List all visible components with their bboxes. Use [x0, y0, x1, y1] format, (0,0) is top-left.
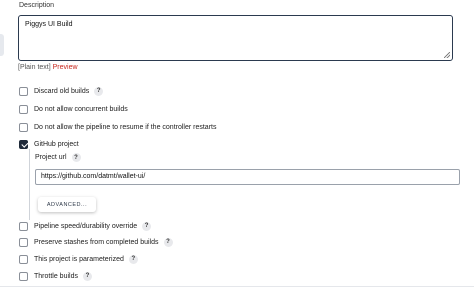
- description-textarea[interactable]: Piggys UI Build: [18, 15, 453, 61]
- option-label: GitHub project: [34, 140, 79, 148]
- option-preserve-stashes[interactable]: Preserve stashes from completed builds ?: [19, 236, 173, 248]
- option-label: Pipeline speed/durability override: [34, 222, 138, 230]
- checkbox-throttle-builds[interactable]: [19, 271, 28, 281]
- resize-grip-icon[interactable]: [444, 52, 450, 58]
- checkbox-pipeline-speed-override[interactable]: [19, 221, 28, 231]
- option-no-concurrent-builds[interactable]: Do not allow concurrent builds: [19, 103, 128, 115]
- option-throttle-builds[interactable]: Throttle builds ?: [19, 270, 92, 282]
- project-url-label-row: Project url ?: [35, 153, 81, 162]
- github-project-settings: Project url ? https://github.com/datmt/w…: [29, 149, 460, 220]
- description-label: Description: [19, 2, 55, 9]
- help-icon[interactable]: ?: [128, 254, 138, 264]
- preview-link[interactable]: Preview: [53, 64, 78, 71]
- checkbox-github-project[interactable]: [19, 139, 28, 149]
- checkbox-no-concurrent-builds[interactable]: [19, 104, 28, 114]
- help-icon[interactable]: ?: [142, 221, 152, 231]
- help-icon[interactable]: ?: [82, 271, 92, 281]
- divider: [0, 286, 474, 287]
- option-parameterized[interactable]: This project is parameterized ?: [19, 253, 138, 265]
- job-configuration-page: Description Piggys UI Build [Plain text]…: [0, 0, 474, 288]
- option-label: Discard old builds: [34, 87, 90, 95]
- project-url-label: Project url: [35, 154, 67, 161]
- option-pipeline-speed-override[interactable]: Pipeline speed/durability override ?: [19, 220, 152, 232]
- help-icon[interactable]: ?: [71, 153, 81, 162]
- option-no-resume-on-restart[interactable]: Do not allow the pipeline to resume if t…: [19, 121, 216, 133]
- checkbox-parameterized[interactable]: [19, 254, 28, 264]
- checkbox-discard-old-builds[interactable]: [19, 86, 28, 96]
- option-label: Do not allow the pipeline to resume if t…: [34, 123, 217, 131]
- option-label: This project is parameterized: [34, 255, 124, 263]
- description-text: Piggys UI Build: [25, 21, 73, 28]
- option-label: Preserve stashes from completed builds: [34, 238, 159, 246]
- option-label: Throttle builds: [34, 272, 78, 280]
- help-icon[interactable]: ?: [94, 86, 104, 96]
- plain-text-label: [Plain text]: [18, 64, 51, 71]
- side-panel-tab[interactable]: [0, 34, 4, 56]
- option-discard-old-builds[interactable]: Discard old builds ?: [19, 85, 104, 97]
- help-icon[interactable]: ?: [163, 237, 173, 247]
- option-label: Do not allow concurrent builds: [34, 105, 128, 113]
- description-format-row: [Plain text] Preview: [18, 64, 78, 71]
- checkbox-preserve-stashes[interactable]: [19, 237, 28, 247]
- advanced-button[interactable]: ADVANCED...: [38, 197, 96, 212]
- project-url-input[interactable]: https://github.com/datmt/wallet-ui/: [35, 169, 460, 185]
- checkbox-no-resume-on-restart[interactable]: [19, 122, 28, 132]
